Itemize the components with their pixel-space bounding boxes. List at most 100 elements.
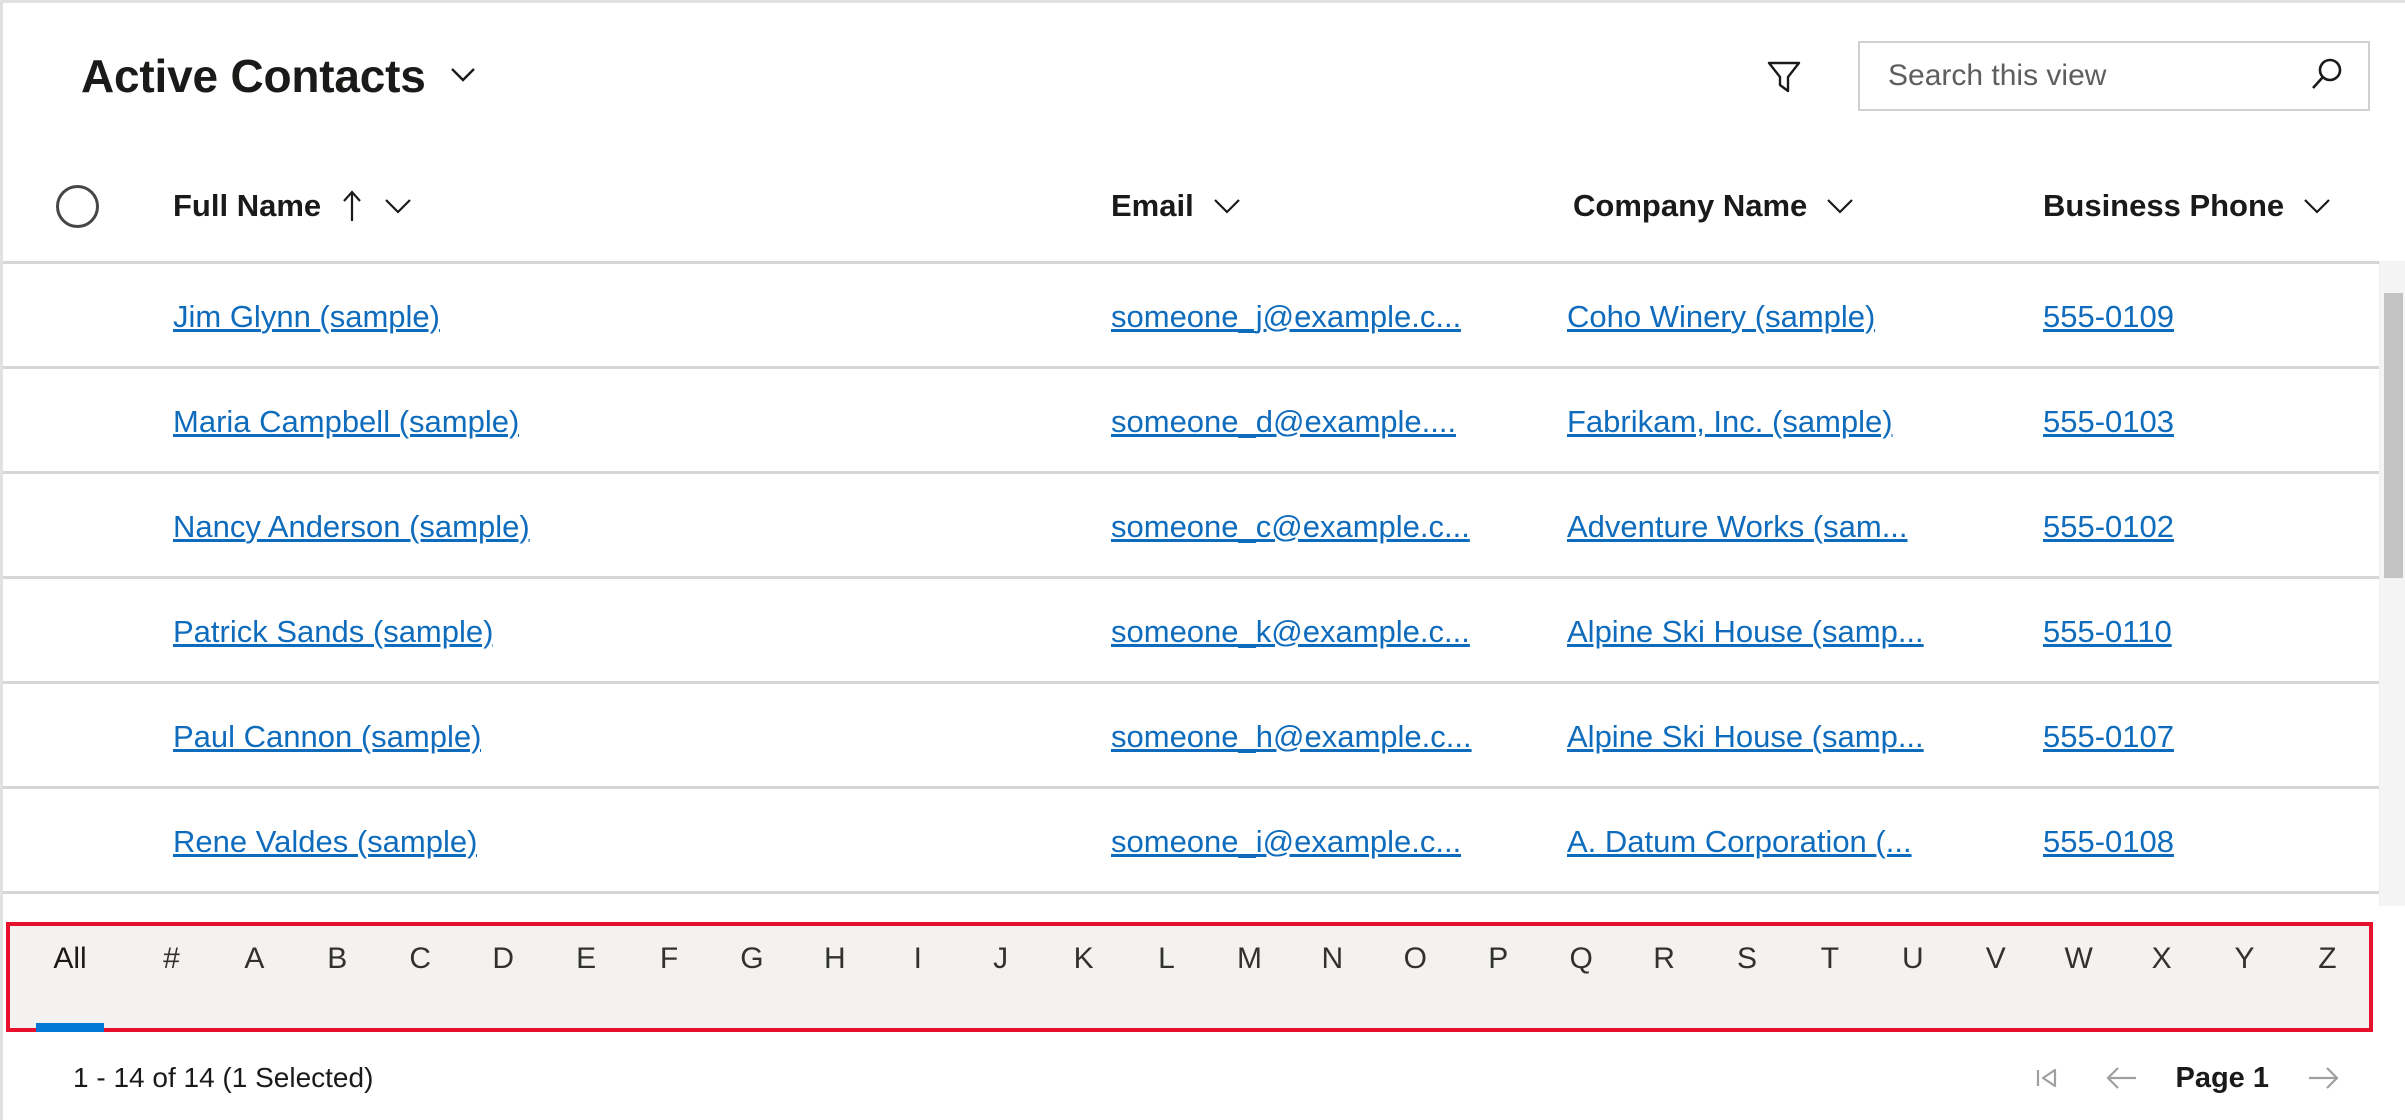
search-magnifier-icon[interactable] (2304, 54, 2348, 98)
search-box[interactable] (1858, 40, 2370, 111)
chevron-down-icon[interactable] (1825, 196, 1855, 216)
cell-link[interactable]: A. Datum Corporation (... (1567, 824, 1912, 860)
cell-link[interactable]: someone_j@example.c... (1111, 299, 1461, 335)
cell-link[interactable]: Coho Winery (sample) (1567, 299, 1875, 335)
column-header-business-phone[interactable]: Business Phone (2043, 148, 2332, 264)
column-header-company-name[interactable]: Company Name (1573, 148, 1855, 264)
arrow-right-icon[interactable] (2287, 1048, 2361, 1108)
column-header-email[interactable]: Email (1111, 148, 1242, 264)
chevron-down-icon[interactable] (383, 196, 413, 216)
alpha-filter-label: T (1820, 942, 1840, 975)
cell-link[interactable]: Jim Glynn (sample) (173, 299, 440, 335)
vertical-scrollbar-thumb[interactable] (2384, 293, 2403, 578)
cell-link[interactable]: 555-0102 (2043, 509, 2174, 545)
cell-link[interactable]: Paul Cannon (sample) (173, 719, 481, 755)
table-row[interactable]: Rene Valdes (sample) someone_i@example.c.… (3, 789, 2405, 894)
table-row[interactable]: Jim Glynn (sample) someone_j@example.c...… (3, 264, 2405, 369)
table-row[interactable]: Nancy Anderson (sample) someone_c@example… (3, 474, 2405, 579)
alpha-filter-e[interactable]: E (545, 944, 628, 1032)
alpha-filter-a[interactable]: A (213, 944, 296, 1032)
cell-link[interactable]: Alpine Ski House (samp... (1567, 719, 1924, 755)
alpha-filter-b[interactable]: B (296, 944, 379, 1032)
cell-email: someone_c@example.c... (1111, 474, 1511, 579)
alpha-filter-all[interactable]: All (10, 944, 130, 1032)
table-row[interactable]: Patrick Sands (sample) someone_k@example.… (3, 579, 2405, 684)
alpha-filter-label: E (576, 942, 597, 975)
cell-full-name: Paul Cannon (sample) (173, 684, 1053, 789)
cell-link[interactable]: someone_k@example.c... (1111, 614, 1470, 650)
alpha-filter-q[interactable]: Q (1540, 944, 1623, 1032)
chevron-down-icon[interactable] (1212, 196, 1242, 216)
cell-business-phone: 555-0102 (2043, 474, 2333, 579)
alpha-filter-label: L (1158, 942, 1175, 975)
cell-link[interactable]: Fabrikam, Inc. (sample) (1567, 404, 1893, 440)
cell-link[interactable]: 555-0110 (2043, 614, 2172, 650)
alpha-filter-g[interactable]: G (710, 944, 793, 1032)
first-page-icon[interactable] (2010, 1048, 2084, 1108)
cell-link[interactable]: someone_h@example.c... (1111, 719, 1472, 755)
cell-link[interactable]: Patrick Sands (sample) (173, 614, 493, 650)
alpha-filter-i[interactable]: I (876, 944, 959, 1032)
alpha-filter-m[interactable]: M (1208, 944, 1291, 1032)
cell-link[interactable]: 555-0107 (2043, 719, 2174, 755)
alpha-filter-hash[interactable]: # (130, 944, 213, 1032)
table-row[interactable]: Maria Campbell (sample) someone_d@example… (3, 369, 2405, 474)
alpha-filter-label: G (740, 942, 764, 975)
alpha-filter-label: A (244, 942, 265, 975)
page-number-label: Page 1 (2175, 1061, 2270, 1094)
alpha-filter-label: # (163, 942, 180, 975)
view-selector[interactable]: Active Contacts (81, 53, 478, 99)
cell-link[interactable]: Rene Valdes (sample) (173, 824, 477, 860)
alpha-filter-d[interactable]: D (462, 944, 545, 1032)
alpha-filter-c[interactable]: C (379, 944, 462, 1032)
cell-link[interactable]: Alpine Ski House (samp... (1567, 614, 1924, 650)
cell-business-phone: 555-0103 (2043, 369, 2333, 474)
alpha-filter-x[interactable]: X (2120, 944, 2203, 1032)
alpha-filter-h[interactable]: H (793, 944, 876, 1032)
cell-full-name: Nancy Anderson (sample) (173, 474, 1053, 579)
cell-link[interactable]: someone_c@example.c... (1111, 509, 1470, 545)
cell-link[interactable]: someone_d@example.... (1111, 404, 1456, 440)
table-row[interactable]: Paul Cannon (sample) someone_h@example.c.… (3, 684, 2405, 789)
alpha-filter-v[interactable]: V (1954, 944, 2037, 1032)
cell-link[interactable]: 555-0109 (2043, 299, 2174, 335)
arrow-left-icon[interactable] (2084, 1048, 2158, 1108)
alpha-filter-label: V (1985, 942, 2006, 975)
alpha-filter-l[interactable]: L (1125, 944, 1208, 1032)
alpha-filter-z[interactable]: Z (2286, 944, 2369, 1032)
select-all-cell (3, 148, 151, 264)
cell-link[interactable]: Adventure Works (sam... (1567, 509, 1908, 545)
alpha-filter-u[interactable]: U (1871, 944, 1954, 1032)
alpha-filter-s[interactable]: S (1706, 944, 1789, 1032)
chevron-down-icon[interactable] (2302, 196, 2332, 216)
cell-full-name: Rene Valdes (sample) (173, 789, 1053, 894)
alpha-filter-o[interactable]: O (1374, 944, 1457, 1032)
alpha-filter-t[interactable]: T (1788, 944, 1871, 1032)
vertical-scrollbar[interactable] (2379, 261, 2405, 906)
alpha-filter-n[interactable]: N (1291, 944, 1374, 1032)
cell-link[interactable]: Maria Campbell (sample) (173, 404, 519, 440)
alpha-filter-p[interactable]: P (1457, 944, 1540, 1032)
select-all-circle-icon[interactable] (55, 184, 99, 228)
alpha-filter-w[interactable]: W (2037, 944, 2120, 1032)
alpha-filter-label: F (659, 942, 679, 975)
alpha-filter-y[interactable]: Y (2203, 944, 2286, 1032)
cell-link[interactable]: 555-0108 (2043, 824, 2174, 860)
alpha-filter-f[interactable]: F (628, 944, 711, 1032)
alpha-filter-k[interactable]: K (1042, 944, 1125, 1032)
search-input[interactable] (1886, 57, 2304, 94)
cell-link[interactable]: 555-0103 (2043, 404, 2174, 440)
alpha-filter-label: H (824, 942, 846, 975)
alpha-filter-r[interactable]: R (1623, 944, 1706, 1032)
cell-full-name: Patrick Sands (sample) (173, 579, 1053, 684)
alpha-filter-j[interactable]: J (959, 944, 1042, 1032)
cell-business-phone: 555-0108 (2043, 789, 2333, 894)
view-header: Active Contacts (3, 3, 2405, 148)
column-header-full-name[interactable]: Full Name (173, 148, 413, 264)
chevron-down-icon[interactable] (448, 59, 478, 89)
cell-link[interactable]: someone_i@example.c... (1111, 824, 1461, 860)
cell-link[interactable]: Nancy Anderson (sample) (173, 509, 530, 545)
filter-funnel-icon[interactable] (1752, 44, 1816, 108)
cell-full-name: Jim Glynn (sample) (173, 264, 1053, 369)
grid-body: Jim Glynn (sample) someone_j@example.c...… (3, 264, 2405, 894)
